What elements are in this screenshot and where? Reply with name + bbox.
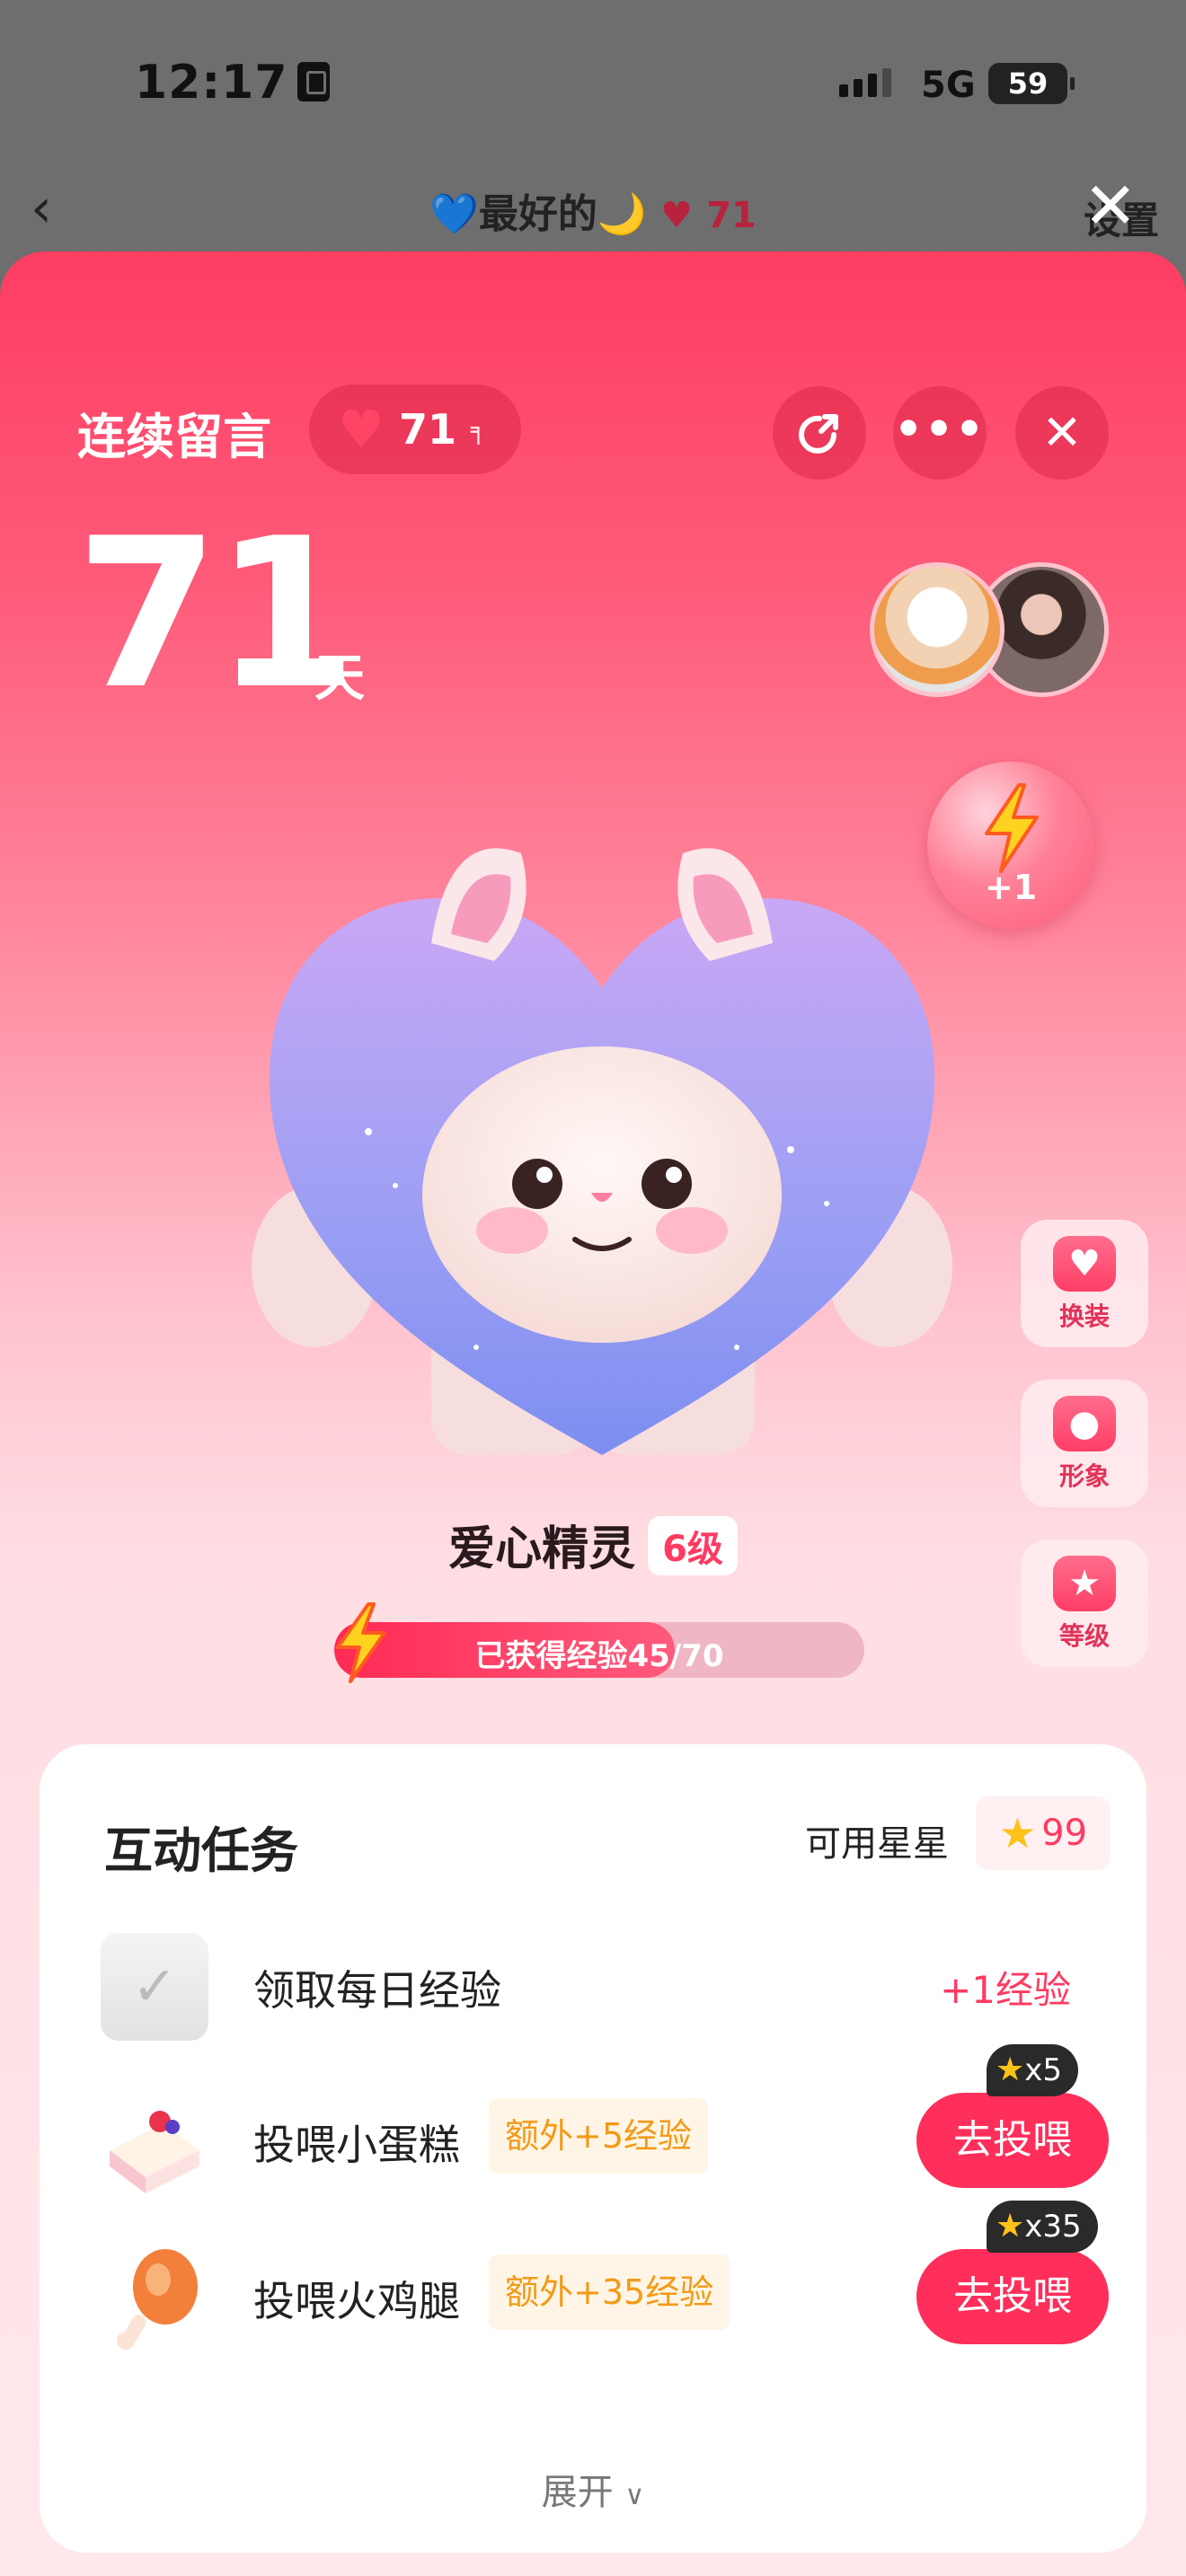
- cost-value: x5: [1024, 2052, 1063, 2088]
- status-time: 12:17: [135, 56, 330, 110]
- streak-days-value: 71: [75, 495, 358, 735]
- task-card-title: 互动任务: [104, 1822, 298, 1879]
- heart-icon: ♥: [338, 399, 385, 460]
- task-card: 互动任务 可用星星 ★ 99 ✓ 领取每日经验 +1经验 投喂小蛋糕 额外+5经…: [40, 1744, 1146, 2553]
- star-icon: ★: [996, 2051, 1025, 2088]
- pet-name-row: 爱心精灵 6级: [0, 1511, 1186, 1578]
- pet-name: 爱心精灵: [448, 1522, 636, 1576]
- share-button[interactable]: [773, 386, 866, 480]
- chat-title: 💙最好的🌙 ♥ 71: [0, 181, 1186, 239]
- stars-value: 99: [1041, 1813, 1088, 1854]
- signal-icon: [839, 68, 891, 97]
- more-icon: •••: [894, 403, 986, 455]
- xp-text: 已获得经验45/70: [474, 1638, 724, 1674]
- heart-icon: ♥: [660, 195, 693, 236]
- chevron-icon: ╕: [471, 414, 486, 445]
- stars-balance[interactable]: ★ 99: [976, 1796, 1111, 1870]
- status-bar: 12:17 5G 59: [0, 0, 1186, 171]
- stars-label: 可用星星: [805, 1823, 949, 1865]
- star-icon: ★: [996, 2208, 1025, 2245]
- side-button-dress[interactable]: ♥ 换装: [1021, 1220, 1148, 1347]
- task-row: 投喂火鸡腿 额外+35经验 去投喂 ★x35: [40, 2201, 1146, 2360]
- chat-nav-bar: ‹ 💙最好的🌙 ♥ 71 设置 ✕: [0, 171, 1186, 251]
- task-extra-tag: 额外+5经验: [489, 2098, 709, 2174]
- side-button-label: 换装: [1058, 1301, 1110, 1331]
- task-reward: +1经验: [940, 1968, 1071, 2012]
- side-button-image[interactable]: ● 形象: [1021, 1380, 1148, 1507]
- task-row: ✓ 领取每日经验 +1经验: [40, 1924, 1146, 2050]
- chat-title-count: 71: [706, 195, 757, 236]
- level-badge: 6级: [648, 1516, 738, 1575]
- task-extra-tag: 额外+35经验: [489, 2254, 730, 2330]
- feed-cake-button[interactable]: 去投喂: [916, 2093, 1109, 2188]
- chat-title-name: 💙最好的🌙: [429, 191, 647, 237]
- task-name: 投喂小蛋糕: [253, 2121, 460, 2169]
- feed-drumstick-button[interactable]: 去投喂: [916, 2249, 1109, 2344]
- streak-pill[interactable]: ♥ 71 ╕: [309, 384, 521, 474]
- lightning-icon: [985, 783, 1039, 873]
- drumstick-icon: [117, 2249, 198, 2350]
- side-button-label: 形象: [1058, 1461, 1110, 1491]
- close-icon: ✕: [1041, 404, 1083, 461]
- cake-icon: [110, 2111, 199, 2193]
- pig-face-icon: ●: [1053, 1396, 1116, 1451]
- cost-value: x35: [1024, 2209, 1082, 2245]
- streak-label: 连续留言: [77, 409, 271, 465]
- pet-sheet: 连续留言 ♥ 71 ╕ ••• ✕ 71 天 +1 ♥ 换装 ● 形象 ★ 等级…: [0, 251, 1186, 2576]
- lightning-icon: [336, 1602, 386, 1683]
- share-icon: [799, 414, 838, 454]
- chevron-down-icon: ∨: [624, 2480, 645, 2511]
- expand-label: 展开: [541, 2472, 614, 2513]
- task-row: 投喂小蛋糕 额外+5经验 去投喂 ★x5: [40, 2044, 1146, 2204]
- checkmark-icon: ✓: [101, 1933, 208, 2041]
- cost-badge: ★x35: [987, 2201, 1098, 2253]
- task-name: 领取每日经验: [253, 1966, 501, 2015]
- streak-pill-count: 71: [399, 405, 457, 454]
- shirt-icon: ♥: [1053, 1236, 1116, 1292]
- close-button[interactable]: ✕: [1015, 386, 1109, 480]
- avatar[interactable]: [870, 562, 1005, 697]
- contact-card-icon: [296, 62, 330, 101]
- xp-progress-bar: 已获得经验45/70: [334, 1622, 864, 1678]
- side-button-label: 等级: [1058, 1621, 1110, 1651]
- close-icon[interactable]: ✕: [1084, 173, 1137, 238]
- streak-days-unit: 天: [314, 649, 365, 708]
- more-button[interactable]: •••: [893, 386, 987, 480]
- expand-button[interactable]: 展开 ∨: [40, 2463, 1146, 2515]
- battery-icon: 59: [988, 63, 1075, 104]
- star-icon: ★: [998, 1809, 1037, 1857]
- cost-badge: ★x5: [987, 2044, 1079, 2096]
- network-type: 5G: [921, 65, 976, 106]
- task-name: 投喂火鸡腿: [253, 2277, 460, 2325]
